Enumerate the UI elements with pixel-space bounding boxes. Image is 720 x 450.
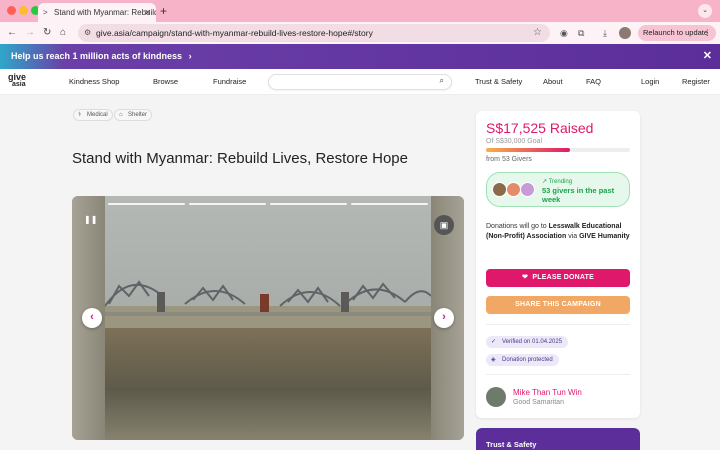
browser-tab-bar: > Stand with Myanmar: Rebuild ✕ + ⌄: [0, 0, 720, 22]
donation-card: S$17,525 Raised Of S$30,000 Goal from 53…: [476, 111, 640, 418]
site-info-icon[interactable]: ⚙: [84, 24, 91, 42]
slide-indicator[interactable]: [270, 203, 347, 205]
trust-safety-title: Trust & Safety: [486, 440, 537, 449]
shield-icon: ◈: [491, 357, 496, 363]
nav-faq[interactable]: FAQ: [586, 69, 601, 95]
home-icon[interactable]: ⌂: [60, 25, 66, 41]
search-input[interactable]: ⌕: [268, 74, 452, 90]
nav-kindness-shop[interactable]: Kindness Shop: [69, 69, 119, 95]
forward-arrow-icon[interactable]: →: [25, 25, 35, 41]
url-text: give.asia/campaign/stand-with-myanmar-re…: [96, 28, 373, 38]
relaunch-label: Relaunch to update: [643, 28, 709, 37]
nav-login[interactable]: Login: [641, 69, 659, 95]
photo-ground: [105, 328, 431, 440]
promo-text: Help us reach 1 million acts of kindness: [11, 51, 183, 61]
slide-indicator[interactable]: [351, 203, 428, 205]
extensions-puzzle-icon[interactable]: ⧉: [578, 26, 584, 40]
campaign-media-carousel[interactable]: ❚❚ ▣ ‹ ›: [72, 196, 464, 440]
reload-icon[interactable]: ↻: [43, 25, 51, 41]
fundraising-progress-bar: [486, 148, 630, 152]
tag-medical[interactable]: ⚕ Medical: [73, 109, 113, 121]
trending-text: 53 givers in the past week: [542, 186, 615, 204]
window-minimize-button[interactable]: [19, 6, 28, 15]
promo-banner[interactable]: Help us reach 1 million acts of kindness…: [0, 44, 720, 69]
bookmark-star-icon[interactable]: ☆: [533, 24, 542, 42]
close-icon[interactable]: ✕: [703, 44, 712, 69]
address-bar[interactable]: ⚙ give.asia/campaign/stand-with-myanmar-…: [78, 24, 550, 42]
trust-safety-card: Trust & Safety: [476, 428, 640, 450]
amount-raised: S$17,525 Raised: [486, 120, 594, 136]
slide-indicator[interactable]: [189, 203, 266, 205]
tag-shelter[interactable]: ⌂ Shelter: [114, 109, 153, 121]
donate-button[interactable]: ❤ PLEASE DONATE: [486, 269, 630, 287]
donation-protected-badge[interactable]: ◈ Donation protected: [486, 354, 559, 366]
download-icon[interactable]: ⤓: [603, 26, 607, 40]
gallery-icon[interactable]: ▣: [434, 215, 454, 235]
tab-search-chevron-icon[interactable]: ⌄: [698, 4, 712, 18]
profile-avatar[interactable]: [619, 27, 631, 39]
browser-tab-active[interactable]: > Stand with Myanmar: Rebuild ✕: [38, 3, 156, 22]
progress-fill: [486, 148, 571, 152]
trending-label: ↗ Trending: [542, 179, 573, 185]
donation-recipient-text: Donations will go to Lesswalk Educationa…: [486, 223, 630, 240]
shelter-icon: ⌂: [119, 112, 123, 118]
share-campaign-button[interactable]: SHARE THIS CAMPAIGN: [486, 296, 630, 314]
tab-title: Stand with Myanmar: Rebuild: [54, 8, 156, 17]
pause-icon[interactable]: ❚❚: [84, 215, 97, 224]
trending-badge: ↗ Trending 53 givers in the past week: [486, 172, 630, 207]
carousel-prev-button[interactable]: ‹: [82, 308, 102, 328]
givers-count: from 53 Givers: [486, 156, 532, 163]
relaunch-button[interactable]: Relaunch to update ⋮: [638, 25, 716, 41]
medical-icon: ⚕: [78, 112, 82, 118]
tab-favicon-icon: >: [43, 8, 48, 17]
browser-toolbar: ← → ↻ ⌂ ⚙ give.asia/campaign/stand-with-…: [0, 22, 720, 44]
new-tab-button[interactable]: +: [160, 3, 167, 19]
site-header: give asia Kindness Shop Browse Fundraise…: [0, 69, 720, 95]
nav-trust-safety[interactable]: Trust & Safety: [475, 69, 522, 95]
collapsed-bridge-image: [105, 280, 431, 316]
nav-register[interactable]: Register: [682, 69, 710, 95]
nav-about[interactable]: About: [543, 69, 563, 95]
organizer-role: Good Samaritan: [513, 399, 564, 406]
tab-close-icon[interactable]: ✕: [144, 3, 151, 22]
giver-avatar: [492, 182, 507, 197]
window-close-button[interactable]: [7, 6, 16, 15]
more-menu-icon[interactable]: ⋮: [704, 25, 712, 41]
verified-badge: ✓ Verified on 01.04.2025: [486, 336, 569, 348]
campaign-title: Stand with Myanmar: Rebuild Lives, Resto…: [72, 150, 408, 167]
give-asia-logo[interactable]: give asia: [8, 73, 26, 89]
divider: [486, 324, 630, 325]
search-icon[interactable]: ⌕: [440, 76, 444, 86]
organizer-avatar[interactable]: [486, 387, 506, 407]
goal-amount: Of S$30,000 Goal: [486, 138, 543, 145]
back-arrow-icon[interactable]: ←: [7, 25, 17, 41]
chevron-right-icon: ›: [188, 51, 192, 61]
nav-fundraise[interactable]: Fundraise: [213, 69, 246, 95]
check-circle-icon: ✓: [491, 339, 497, 345]
nav-browse[interactable]: Browse: [153, 69, 178, 95]
carousel-next-button[interactable]: ›: [434, 308, 454, 328]
organizer-name[interactable]: Mike Than Tun Win: [513, 388, 582, 397]
giver-avatar: [506, 182, 521, 197]
divider: [486, 374, 630, 375]
via-org-link[interactable]: GIVE Humanity: [579, 233, 630, 240]
slide-indicator[interactable]: [108, 203, 185, 205]
heart-icon: ❤: [522, 274, 529, 281]
giver-avatar: [520, 182, 535, 197]
camera-extension-icon[interactable]: ◉: [560, 26, 568, 40]
